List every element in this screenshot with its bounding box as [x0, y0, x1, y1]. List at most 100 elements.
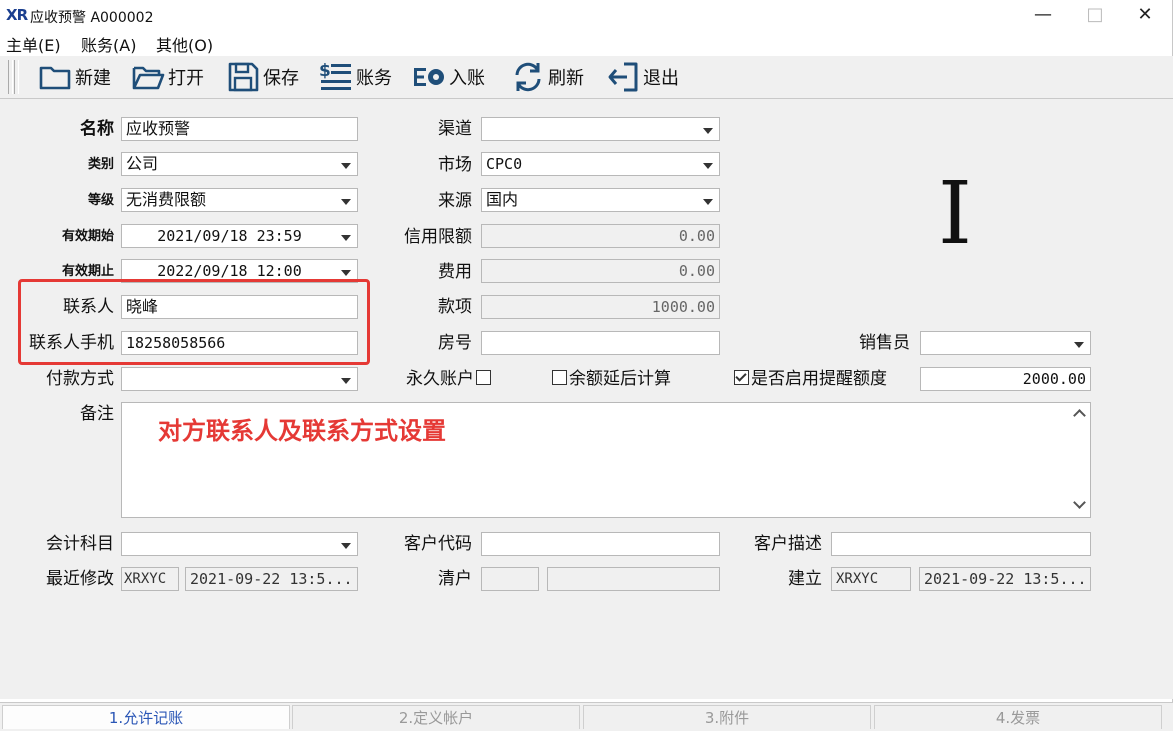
open-folder-icon [132, 66, 165, 90]
account-label: 账务 [356, 68, 392, 89]
tab-attachments[interactable]: 3.附件 [583, 705, 871, 729]
chevron-down-icon[interactable] [703, 163, 713, 169]
chevron-down-icon[interactable] [703, 128, 713, 134]
subject-select[interactable] [121, 532, 358, 556]
menu-main[interactable]: 主单(E) [6, 32, 61, 56]
refresh-button[interactable]: 刷新 [511, 60, 584, 94]
scroll-down-icon[interactable] [1073, 496, 1086, 509]
notes-scrollbar[interactable] [1070, 403, 1090, 517]
notes-label: 备注 [80, 404, 114, 424]
title-bar: XR 应收预警 A000002 — □ ✕ [0, 0, 1173, 30]
checkbox-icon[interactable] [552, 370, 567, 385]
salesperson-select[interactable] [920, 331, 1091, 355]
valid-start-picker[interactable]: 2021/09/18 23:59 [121, 224, 358, 248]
valid-end-value: 2022/09/18 12:00 [157, 262, 302, 280]
highlight-box [18, 279, 370, 365]
valid-start-value: 2021/09/18 23:59 [157, 227, 302, 245]
valid-start-label: 有效期始 [61, 229, 114, 244]
scroll-up-icon[interactable] [1073, 409, 1086, 422]
account-button[interactable]: $ 账务 [319, 60, 392, 94]
new-button[interactable]: 新建 [38, 60, 111, 94]
close-button[interactable]: ✕ [1122, 2, 1168, 28]
clear-label: 清户 [438, 569, 472, 589]
form-panel: 名称 应收预警 类别 公司 等级 无消费限额 有效期始 2021/09/18 2… [0, 99, 1173, 699]
category-value: 公司 [126, 154, 159, 173]
text-cursor-icon: I [938, 164, 972, 264]
exit-button[interactable]: 退出 [606, 60, 679, 94]
reminder-checkbox[interactable]: 是否启用提醒额度 [732, 366, 887, 392]
payment-select[interactable] [121, 367, 358, 391]
source-value: 国内 [486, 190, 519, 209]
checkbox-checked-icon[interactable] [734, 370, 749, 385]
credit-input: 0.00 [481, 224, 720, 248]
source-select[interactable]: 国内 [481, 188, 720, 212]
clear-field-2 [547, 567, 720, 591]
subject-label: 会计科目 [46, 534, 114, 554]
amount-label: 款项 [438, 297, 472, 317]
minimize-button[interactable]: — [1020, 2, 1066, 28]
folder-icon [39, 66, 71, 90]
name-label: 名称 [80, 119, 114, 139]
chevron-down-icon[interactable] [341, 270, 351, 276]
last-modified-time: 2021-09-22 13:5... [185, 567, 358, 591]
tab-invoices[interactable]: 4.发票 [874, 705, 1162, 729]
exit-label: 退出 [643, 68, 679, 89]
chevron-down-icon[interactable] [341, 199, 351, 205]
fee-input: 0.00 [481, 259, 720, 283]
post-icon [414, 68, 444, 86]
level-select[interactable]: 无消费限额 [121, 188, 358, 212]
save-button[interactable]: 保存 [226, 60, 299, 94]
refresh-icon [515, 62, 541, 92]
tab-define-account[interactable]: 2.定义帐户 [292, 705, 580, 729]
name-input[interactable]: 应收预警 [121, 117, 358, 141]
open-button[interactable]: 打开 [131, 60, 204, 94]
balance-delay-label: 余额延后计算 [569, 369, 671, 389]
toolbar-grip [14, 60, 19, 94]
refresh-label: 刷新 [548, 68, 584, 89]
menu-account[interactable]: 账务(A) [81, 32, 136, 56]
reminder-amount-input[interactable]: 2000.00 [920, 367, 1091, 391]
maximize-button[interactable]: □ [1072, 2, 1118, 28]
clear-field-1 [481, 567, 539, 591]
customer-code-input[interactable] [481, 532, 720, 556]
chevron-down-icon[interactable] [1074, 342, 1084, 348]
category-label: 类别 [87, 157, 114, 172]
tab-allow-posting[interactable]: 1.允许记账 [2, 705, 290, 729]
last-modified-user: XRXYC [121, 567, 179, 591]
app-logo: XR [6, 6, 28, 24]
app-window: XR 应收预警 A000002 — □ ✕ 主单(E) 账务(A) 其他(O) … [0, 0, 1173, 731]
created-time: 2021-09-22 13:5... [919, 567, 1091, 591]
permanent-checkbox[interactable]: 永久账户 [406, 366, 493, 392]
chevron-down-icon[interactable] [341, 163, 351, 169]
customer-desc-input[interactable] [831, 532, 1091, 556]
market-select[interactable]: CPC0 [481, 152, 720, 176]
menu-other[interactable]: 其他(O) [156, 32, 213, 56]
toolbar: 新建 打开 保存 $ 账务 入账 刷新 退出 [0, 56, 1173, 99]
room-input[interactable] [481, 331, 720, 355]
save-label: 保存 [263, 68, 299, 89]
market-label: 市场 [438, 155, 472, 175]
chevron-down-icon[interactable] [341, 378, 351, 384]
channel-select[interactable] [481, 117, 720, 141]
annotation-text: 对方联系人及联系方式设置 [158, 417, 446, 445]
source-label: 来源 [438, 191, 472, 211]
level-value: 无消费限额 [126, 190, 207, 209]
open-label: 打开 [168, 68, 204, 89]
checkbox-icon[interactable] [476, 370, 491, 385]
ledger-icon: $ [319, 61, 351, 90]
chevron-down-icon[interactable] [703, 199, 713, 205]
chevron-down-icon[interactable] [341, 235, 351, 241]
amount-input: 1000.00 [481, 295, 720, 319]
last-modified-label: 最近修改 [46, 569, 114, 589]
bottom-tabs: 1.允许记账 2.定义帐户 3.附件 4.发票 [0, 702, 1173, 731]
toolbar-grip [8, 60, 13, 94]
created-label: 建立 [788, 569, 822, 589]
chevron-down-icon[interactable] [341, 543, 351, 549]
window-title: 应收预警 A000002 [30, 10, 154, 26]
balance-delay-checkbox[interactable]: 余额延后计算 [550, 366, 671, 392]
created-user: XRXYC [831, 567, 911, 591]
new-label: 新建 [75, 68, 111, 89]
post-button[interactable]: 入账 [412, 60, 485, 94]
credit-label: 信用限额 [404, 227, 472, 247]
category-select[interactable]: 公司 [121, 152, 358, 176]
